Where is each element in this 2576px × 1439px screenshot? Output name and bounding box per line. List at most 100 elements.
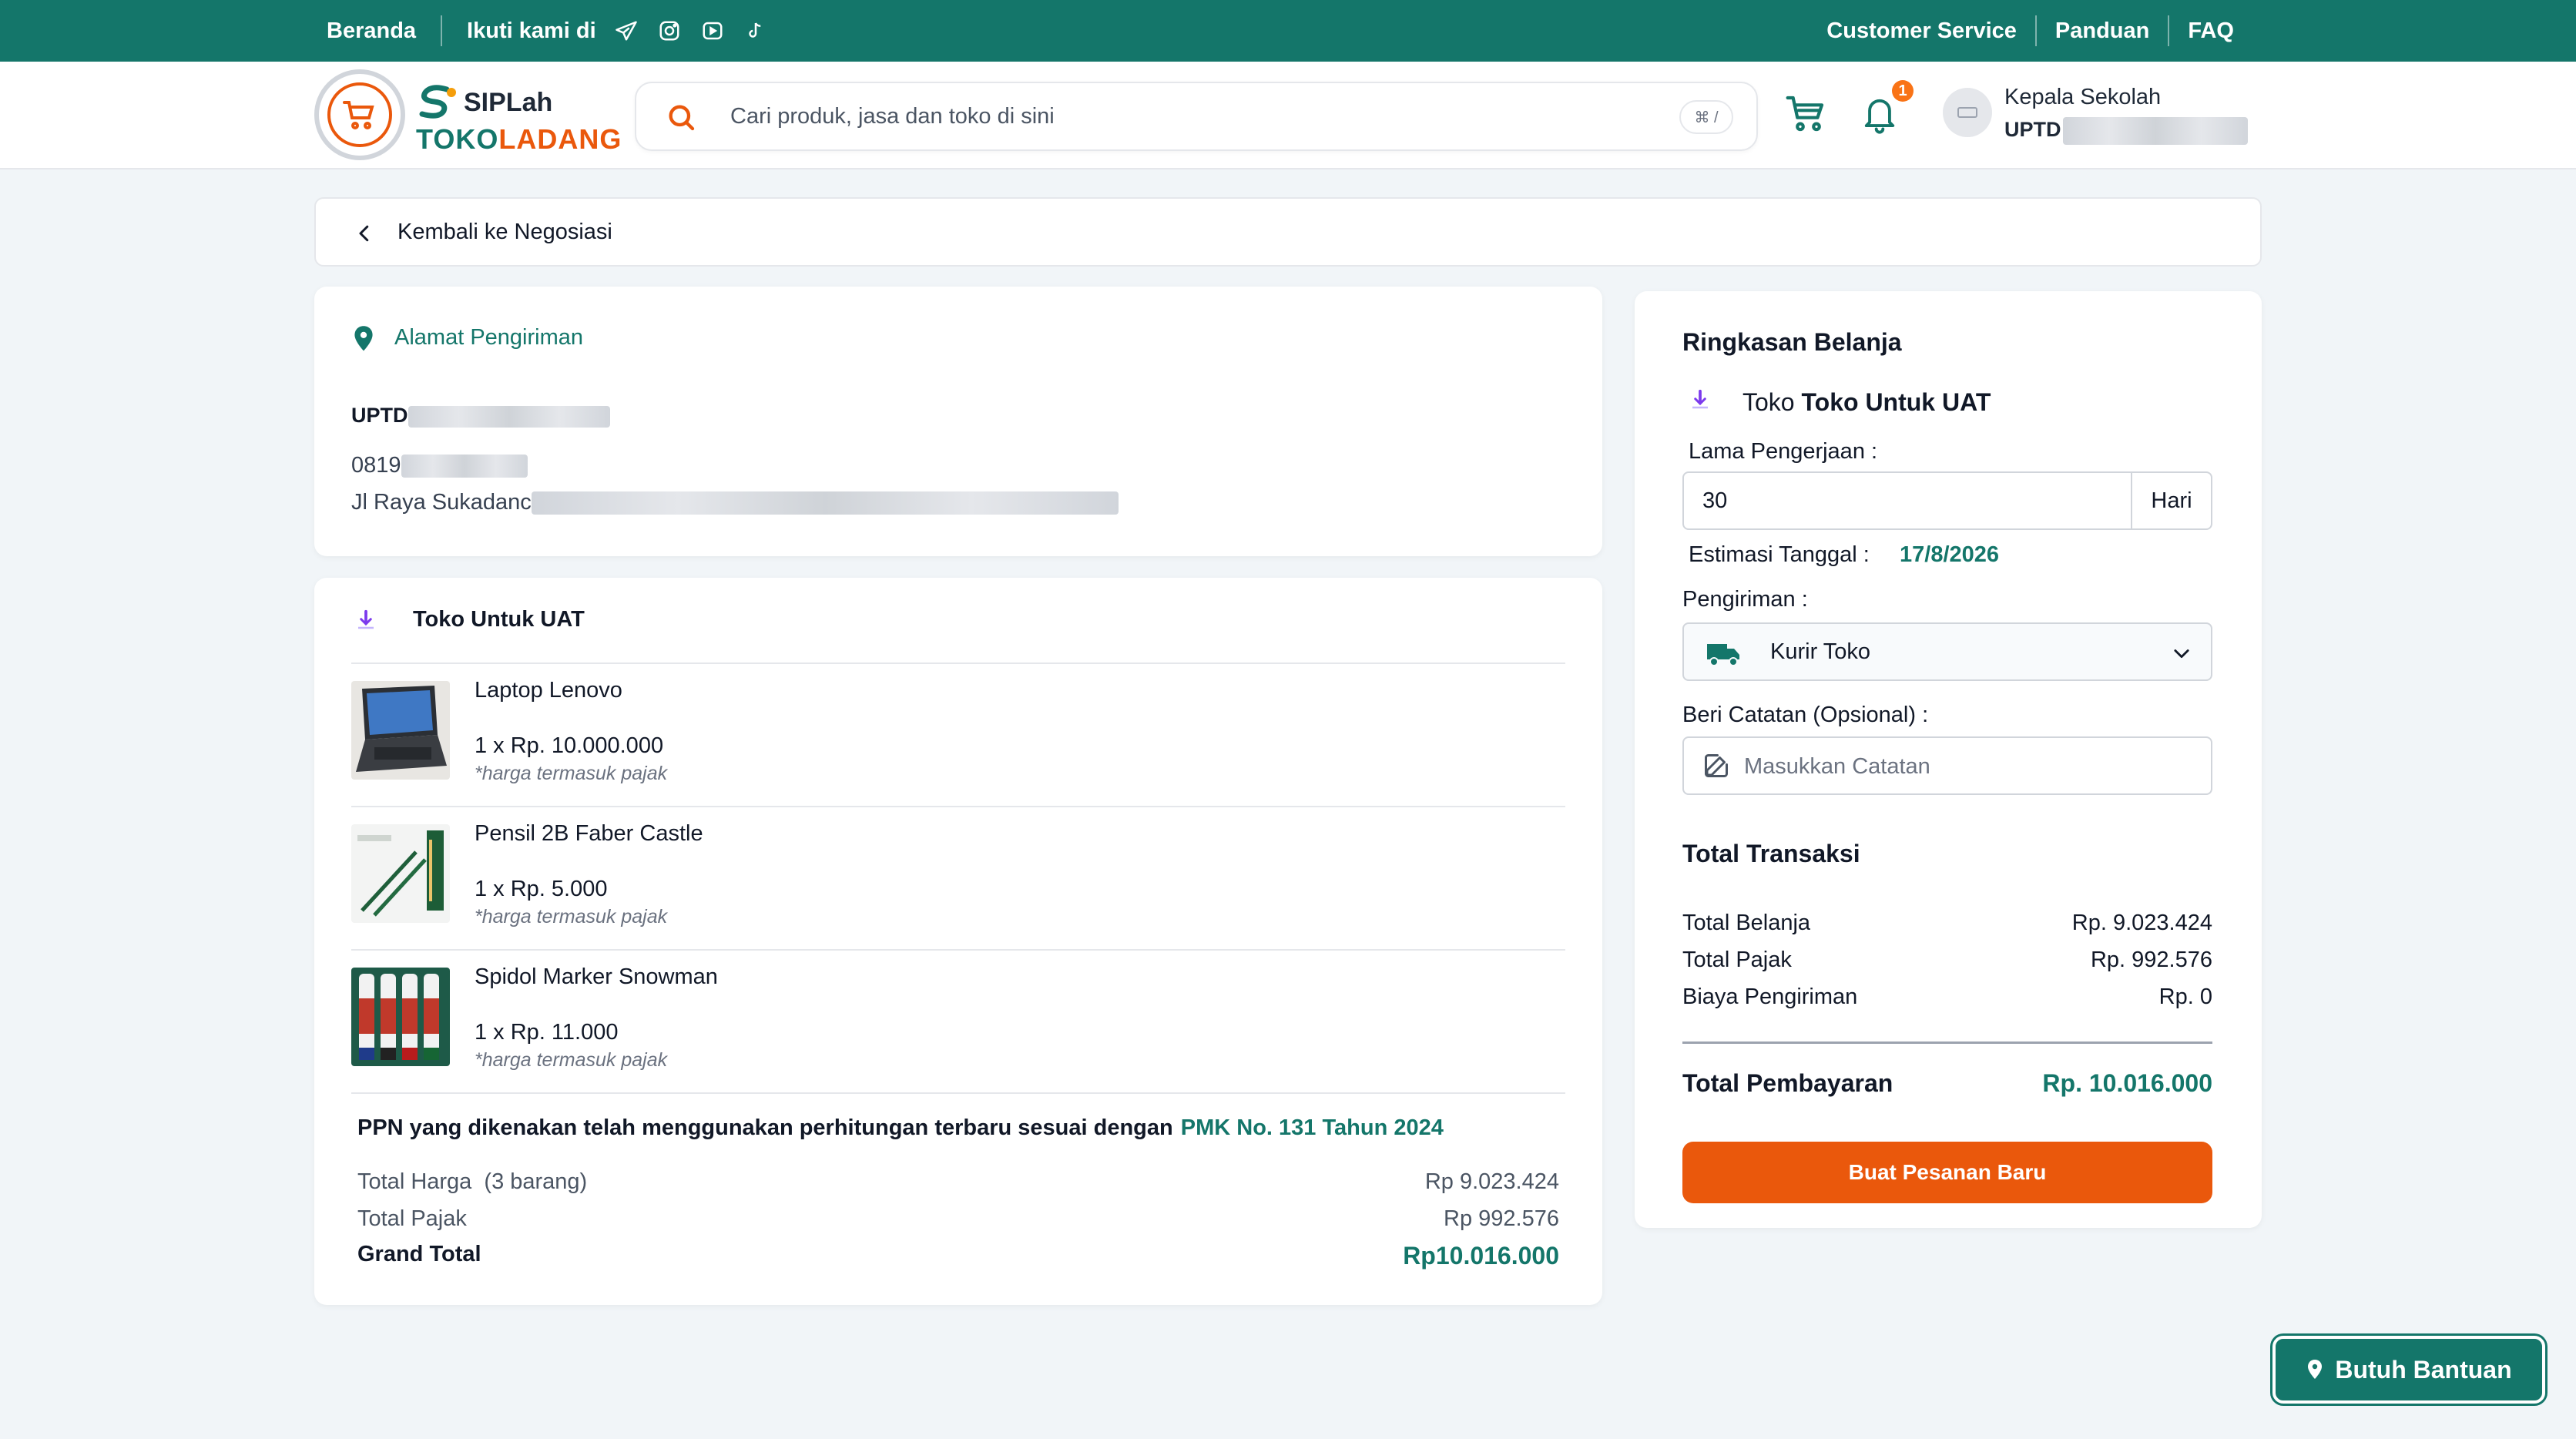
summary-shop-name: Toko Untuk UAT xyxy=(1801,388,1991,416)
top-bar-right: Customer Service Panduan FAQ xyxy=(1826,0,2234,62)
total-payment-value: Rp. 10.016.000 xyxy=(2042,1069,2212,1097)
store-logo[interactable] xyxy=(314,69,405,160)
tax-note: *harga termasuk pajak xyxy=(475,763,668,784)
shipping-address-card: Alamat Pengiriman UPTD 0819 Jl Raya Suka… xyxy=(314,287,1602,556)
shopping-summary-card: Ringkasan Belanja Toko Toko Untuk UAT La… xyxy=(1635,291,2262,1228)
summary-title: Ringkasan Belanja xyxy=(1682,328,1902,356)
ppn-text: PPN yang dikenakan telah menggunakan per… xyxy=(357,1115,1173,1140)
shop-name[interactable]: Toko Untuk UAT xyxy=(413,607,585,632)
redacted-block xyxy=(408,405,610,428)
divider xyxy=(2168,15,2170,46)
summary-shop-prefix: Toko xyxy=(1742,388,1795,416)
avatar[interactable] xyxy=(1943,88,1992,137)
shipping-label: Pengiriman : xyxy=(1682,587,1808,612)
note-field[interactable] xyxy=(1682,736,2212,795)
redacted-block xyxy=(531,491,1119,515)
tax-note: *harga termasuk pajak xyxy=(475,1049,668,1071)
back-to-negotiation[interactable]: Kembali ke Negosiasi xyxy=(314,197,2262,267)
shipping-select[interactable]: Kurir Toko xyxy=(1682,622,2212,681)
shipping-selected-value: Kurir Toko xyxy=(1770,639,1871,664)
search-icon xyxy=(669,105,695,131)
home-link[interactable]: Beranda xyxy=(327,18,416,44)
product-qty-price: 1 x Rp. 11.000 xyxy=(475,1020,619,1045)
address-phone: 0819 xyxy=(351,453,528,478)
duration-field[interactable]: 30 Hari xyxy=(1682,471,2212,530)
grand-total-row: Grand Total Rp10.016.000 xyxy=(357,1242,1559,1270)
social-links xyxy=(615,19,767,42)
faq-link[interactable]: FAQ xyxy=(2188,18,2234,44)
divider xyxy=(2034,15,2037,46)
guide-link[interactable]: Panduan xyxy=(2055,18,2149,44)
divider xyxy=(441,15,443,46)
redacted-block xyxy=(2062,117,2248,145)
duration-unit: Hari xyxy=(2131,473,2211,528)
top-bar: Beranda Ikuti kami di Customer Service P… xyxy=(0,0,2576,62)
summary-row-tax: Total Pajak Rp. 992.576 xyxy=(1682,948,2212,973)
total-price-value: Rp 9.023.424 xyxy=(1424,1169,1559,1194)
grand-total-value: Rp10.016.000 xyxy=(1403,1242,1559,1270)
help-button[interactable]: Butuh Bantuan xyxy=(2272,1336,2545,1404)
create-order-button[interactable]: Buat Pesanan Baru xyxy=(1682,1142,2212,1203)
list-item: Laptop Lenovo 1 x Rp. 10.000.000 *harga … xyxy=(351,662,1565,806)
brand-ladang: LADANG xyxy=(498,123,622,155)
product-image-laptop[interactable] xyxy=(351,681,450,780)
redacted-block xyxy=(401,455,528,478)
cart-logo-icon xyxy=(327,82,392,147)
total-tax-row: Total Pajak Rp 992.576 xyxy=(357,1206,1559,1232)
school-logo-icon xyxy=(1957,107,1977,118)
estimated-date-value: 17/8/2026 xyxy=(1900,542,2000,567)
total-payment-row: Total Pembayaran Rp. 10.016.000 xyxy=(1682,1069,2212,1098)
follow-label: Ikuti kami di xyxy=(467,18,596,43)
brand-tokoladang: TOKOLADANG xyxy=(416,123,622,156)
address-phone-text: 0819 xyxy=(351,453,401,478)
summary-shop: Toko Toko Untuk UAT xyxy=(1742,388,1991,417)
summary-row-shopping: Total Belanja Rp. 9.023.424 xyxy=(1682,911,2212,936)
cart-icon[interactable] xyxy=(1784,92,1827,136)
total-payment-label: Total Pembayaran xyxy=(1682,1069,1893,1097)
order-items-card: Toko Untuk UAT Laptop Lenovo 1 x Rp. 10.… xyxy=(314,578,1602,1305)
notification-badge: 1 xyxy=(1892,80,1914,102)
grand-total-label: Grand Total xyxy=(357,1242,481,1266)
help-label: Butuh Bantuan xyxy=(2335,1355,2512,1384)
user-org[interactable]: UPTD xyxy=(2004,117,2248,145)
total-price-label: Total Harga (3 barang) xyxy=(357,1169,588,1194)
summary-row-shipping: Biaya Pengiriman Rp. 0 xyxy=(1682,984,2212,1010)
location-pin-icon xyxy=(2308,1360,2323,1379)
tiktok-icon[interactable] xyxy=(744,19,767,42)
search-input[interactable]: Cari produk, jasa dan toko di sini xyxy=(730,104,1055,129)
truck-icon xyxy=(1707,644,1739,666)
summary-row-label: Biaya Pengiriman xyxy=(1682,984,1858,1009)
transaction-title: Total Transaksi xyxy=(1682,840,1860,867)
youtube-icon[interactable] xyxy=(701,19,724,42)
notification-button[interactable]: 1 xyxy=(1860,80,1914,136)
summary-row-label: Total Pajak xyxy=(1682,948,1792,972)
customer-service-link[interactable]: Customer Service xyxy=(1826,18,2017,44)
list-item: Pensil 2B Faber Castle 1 x Rp. 5.000 *ha… xyxy=(351,806,1565,949)
product-image-marker[interactable] xyxy=(351,968,450,1066)
product-name[interactable]: Laptop Lenovo xyxy=(475,678,622,703)
user-role[interactable]: Kepala Sekolah xyxy=(2004,85,2161,110)
product-image-pencil[interactable] xyxy=(351,824,450,923)
location-pin-icon xyxy=(354,326,373,351)
estimated-date-label: Estimasi Tanggal : xyxy=(1689,542,1870,567)
chevron-down-icon xyxy=(2174,649,2189,659)
product-name[interactable]: Pensil 2B Faber Castle xyxy=(475,821,703,847)
product-qty-price: 1 x Rp. 10.000.000 xyxy=(475,733,664,758)
search-bar[interactable]: Cari produk, jasa dan toko di sini ⌘ / xyxy=(635,82,1758,151)
edit-icon xyxy=(1705,754,1728,777)
note-input[interactable] xyxy=(1744,746,2191,787)
brand-toko: TOKO xyxy=(416,123,499,155)
summary-row-value: Rp. 9.023.424 xyxy=(2071,911,2212,935)
telegram-icon[interactable] xyxy=(615,19,638,42)
instagram-icon[interactable] xyxy=(658,19,681,42)
chevron-left-icon xyxy=(359,225,369,242)
summary-row-value: Rp. 992.576 xyxy=(2090,948,2212,972)
siplah-s-logo-icon xyxy=(419,85,456,119)
summary-row-label: Total Belanja xyxy=(1682,911,1811,935)
user-org-text: UPTD xyxy=(2004,118,2061,142)
product-name[interactable]: Spidol Marker Snowman xyxy=(475,964,718,990)
duration-input[interactable]: 30 xyxy=(1684,473,2131,528)
back-label: Kembali ke Negosiasi xyxy=(397,219,612,244)
ppn-regulation-link[interactable]: PMK No. 131 Tahun 2024 xyxy=(1181,1115,1444,1140)
divider xyxy=(1682,1042,2212,1044)
